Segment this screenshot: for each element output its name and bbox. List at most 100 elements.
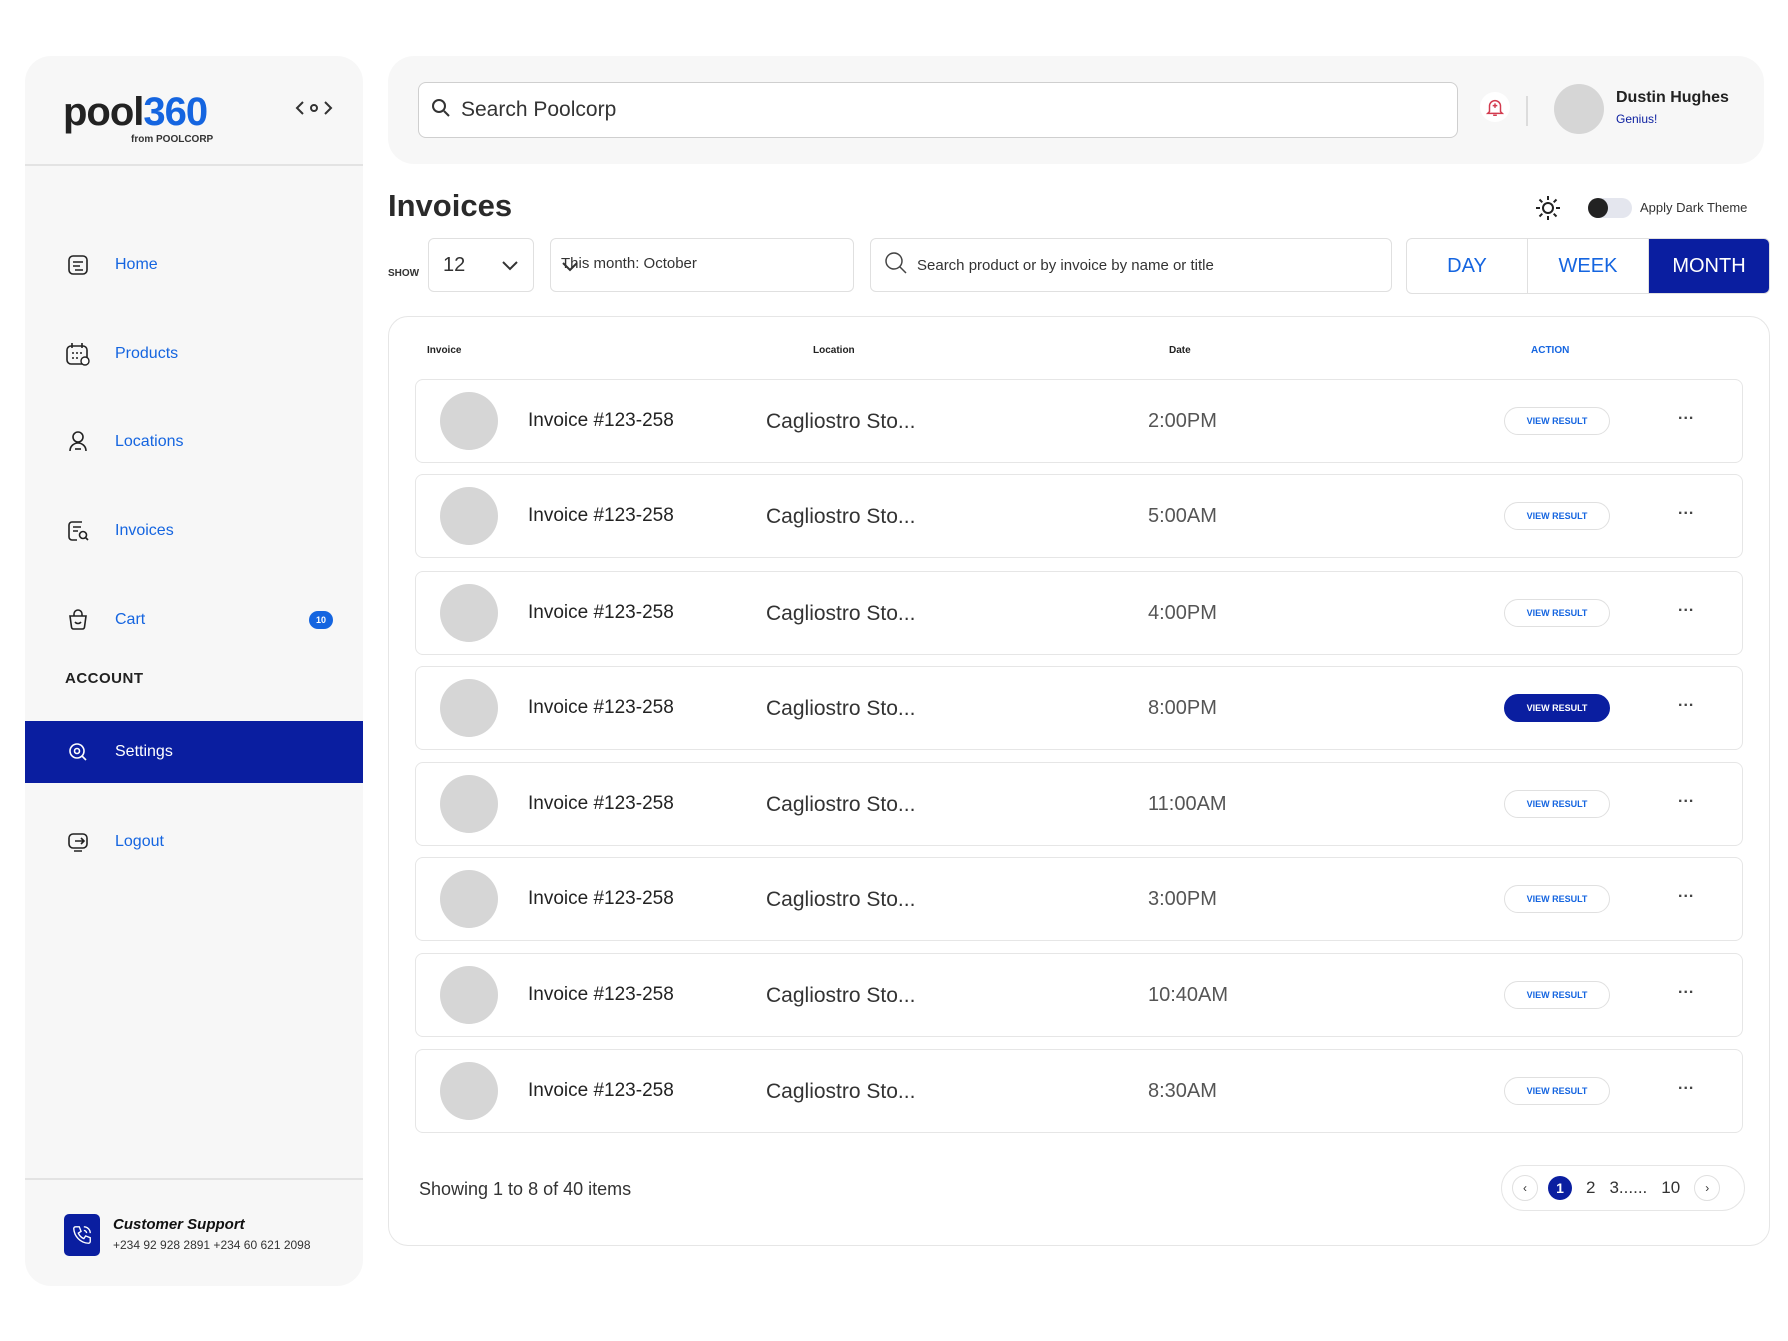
cart-bag-icon	[65, 607, 91, 633]
dark-theme-label: Apply Dark Theme	[1640, 200, 1748, 215]
sidebar-item-locations[interactable]: Locations	[25, 411, 363, 473]
invoice-id: Invoice #123-258	[528, 793, 674, 814]
dark-theme-toggle[interactable]	[1588, 198, 1632, 218]
invoice-time: 5:00AM	[1148, 505, 1217, 527]
sidebar-item-label: Locations	[115, 433, 184, 450]
user-role: Genius!	[1616, 112, 1658, 126]
top-header: Dustin Hughes Genius!	[388, 56, 1764, 164]
support-title: Customer Support	[113, 1216, 245, 1233]
invoice-id: Invoice #123-258	[528, 697, 674, 718]
settings-icon	[65, 739, 91, 765]
invoice-avatar	[440, 487, 498, 545]
more-options-icon[interactable]: ...	[1678, 980, 1694, 998]
table-row[interactable]: Invoice #123-258 Cagliostro Sto... 11:00AM…	[415, 762, 1743, 846]
more-options-icon[interactable]: ...	[1678, 884, 1694, 902]
table-row[interactable]: Invoice #123-258 Cagliostro Sto... 10:40AM…	[415, 953, 1743, 1037]
invoice-search-input[interactable]	[917, 256, 1377, 274]
invoice-time: 4:00PM	[1148, 602, 1217, 624]
calendar-grid-icon	[65, 341, 91, 367]
period-week-button[interactable]: WEEK	[1528, 239, 1649, 293]
view-result-button[interactable]: VIEW RESULT	[1504, 407, 1610, 435]
invoice-id: Invoice #123-258	[528, 984, 674, 1005]
table-row[interactable]: Invoice #123-258 Cagliostro Sto... 5:00AM V…	[415, 474, 1743, 558]
prev-page-button[interactable]: ‹	[1512, 1175, 1538, 1201]
sidebar-item-label: Logout	[115, 833, 164, 850]
sidebar-item-cart[interactable]: Cart 10	[25, 589, 363, 651]
view-result-button[interactable]: VIEW RESULT	[1504, 502, 1610, 530]
invoice-time: 8:30AM	[1148, 1080, 1217, 1102]
page-1-button[interactable]: 1	[1548, 1176, 1572, 1200]
invoice-search	[870, 238, 1392, 292]
sidebar-item-products[interactable]: Products	[25, 323, 363, 385]
pagination-summary: Showing 1 to 8 of 40 items	[419, 1179, 632, 1199]
search-icon	[431, 98, 451, 123]
period-segmented-control: DAY WEEK MONTH	[1406, 238, 1770, 294]
person-pin-icon	[65, 429, 91, 455]
more-options-icon[interactable]: ...	[1678, 598, 1694, 616]
global-search-input[interactable]	[461, 98, 1361, 122]
period-day-button[interactable]: DAY	[1407, 239, 1528, 293]
sidebar-item-label: Cart	[115, 611, 146, 628]
sidebar-item-settings[interactable]: Settings	[25, 721, 363, 783]
page-size-select[interactable]: 12	[428, 238, 534, 292]
logo-text-a: pool	[63, 90, 144, 134]
pagination: ‹ 1 2 3...... 10 ›	[1501, 1165, 1745, 1211]
column-header-location: Location	[813, 345, 855, 356]
chevron-down-icon	[501, 254, 519, 277]
page-3-button[interactable]: 3......	[1609, 1178, 1647, 1198]
column-header-date: Date	[1169, 345, 1191, 356]
cart-count-badge: 10	[309, 611, 333, 629]
logo-text-b: 360	[143, 90, 208, 134]
page-size-value: 12	[443, 253, 466, 276]
more-options-icon[interactable]: ...	[1678, 693, 1694, 711]
view-result-button[interactable]: VIEW RESULT	[1504, 885, 1610, 913]
sidebar-item-label: Invoices	[115, 522, 174, 539]
page-10-button[interactable]: 10	[1661, 1178, 1680, 1198]
invoice-id: Invoice #123-258	[528, 1080, 674, 1101]
view-result-button[interactable]: VIEW RESULT	[1504, 981, 1610, 1009]
notification-bell-icon[interactable]	[1480, 92, 1510, 122]
logo[interactable]: pool360 from POOLCORP	[63, 90, 213, 145]
month-select[interactable]: This month: October	[550, 238, 854, 292]
column-header-invoice: Invoice	[427, 345, 462, 356]
more-options-icon[interactable]: ...	[1678, 501, 1694, 519]
invoice-avatar	[440, 584, 498, 642]
table-row[interactable]: Invoice #123-258 Cagliostro Sto... 4:00PM V…	[415, 571, 1743, 655]
invoice-location: Cagliostro Sto...	[766, 984, 916, 1007]
invoice-location: Cagliostro Sto...	[766, 1080, 916, 1103]
logout-icon	[65, 829, 91, 855]
invoice-time: 2:00PM	[1148, 410, 1217, 432]
logo-row: pool360 from POOLCORP	[25, 56, 363, 166]
more-options-icon[interactable]: ...	[1678, 1076, 1694, 1094]
phone-call-icon[interactable]	[64, 1214, 100, 1256]
table-row[interactable]: Invoice #123-258 Cagliostro Sto... 8:30AM V…	[415, 1049, 1743, 1133]
account-section-label: ACCOUNT	[65, 670, 144, 687]
sidebar-item-home[interactable]: Home	[25, 234, 363, 296]
table-row[interactable]: Invoice #123-258 Cagliostro Sto... 3:00PM V…	[415, 857, 1743, 941]
table-row[interactable]: Invoice #123-258 Cagliostro Sto... 2:00PM V…	[415, 379, 1743, 463]
toggle-knob	[1588, 198, 1608, 218]
more-options-icon[interactable]: ...	[1678, 406, 1694, 424]
more-options-icon[interactable]: ...	[1678, 789, 1694, 807]
view-result-button[interactable]: VIEW RESULT	[1504, 790, 1610, 818]
period-month-button[interactable]: MONTH	[1649, 239, 1769, 293]
collapse-sidebar-icon[interactable]	[295, 98, 333, 124]
user-avatar[interactable]	[1554, 84, 1604, 134]
next-page-button[interactable]: ›	[1694, 1175, 1721, 1201]
customer-support: Customer Support +234 92 928 2891 +234 6…	[25, 1178, 363, 1286]
sidebar-item-logout[interactable]: Logout	[25, 811, 363, 873]
user-name: Dustin Hughes	[1616, 89, 1729, 106]
invoice-avatar	[440, 966, 498, 1024]
sidebar-item-invoices[interactable]: Invoices	[25, 500, 363, 562]
invoice-time: 11:00AM	[1148, 793, 1227, 815]
table-row[interactable]: Invoice #123-258 Cagliostro Sto... 8:00PM V…	[415, 666, 1743, 750]
global-search	[418, 82, 1458, 138]
invoice-search-icon	[65, 518, 91, 544]
support-phones: +234 92 928 2891 +234 60 621 2098	[113, 1238, 311, 1252]
view-result-button[interactable]: VIEW RESULT	[1504, 599, 1610, 627]
invoice-id: Invoice #123-258	[528, 410, 674, 431]
invoice-id: Invoice #123-258	[528, 888, 674, 909]
page-2-button[interactable]: 2	[1586, 1178, 1595, 1198]
view-result-button[interactable]: VIEW RESULT	[1504, 1077, 1610, 1105]
view-result-button[interactable]: VIEW RESULT	[1504, 694, 1610, 722]
